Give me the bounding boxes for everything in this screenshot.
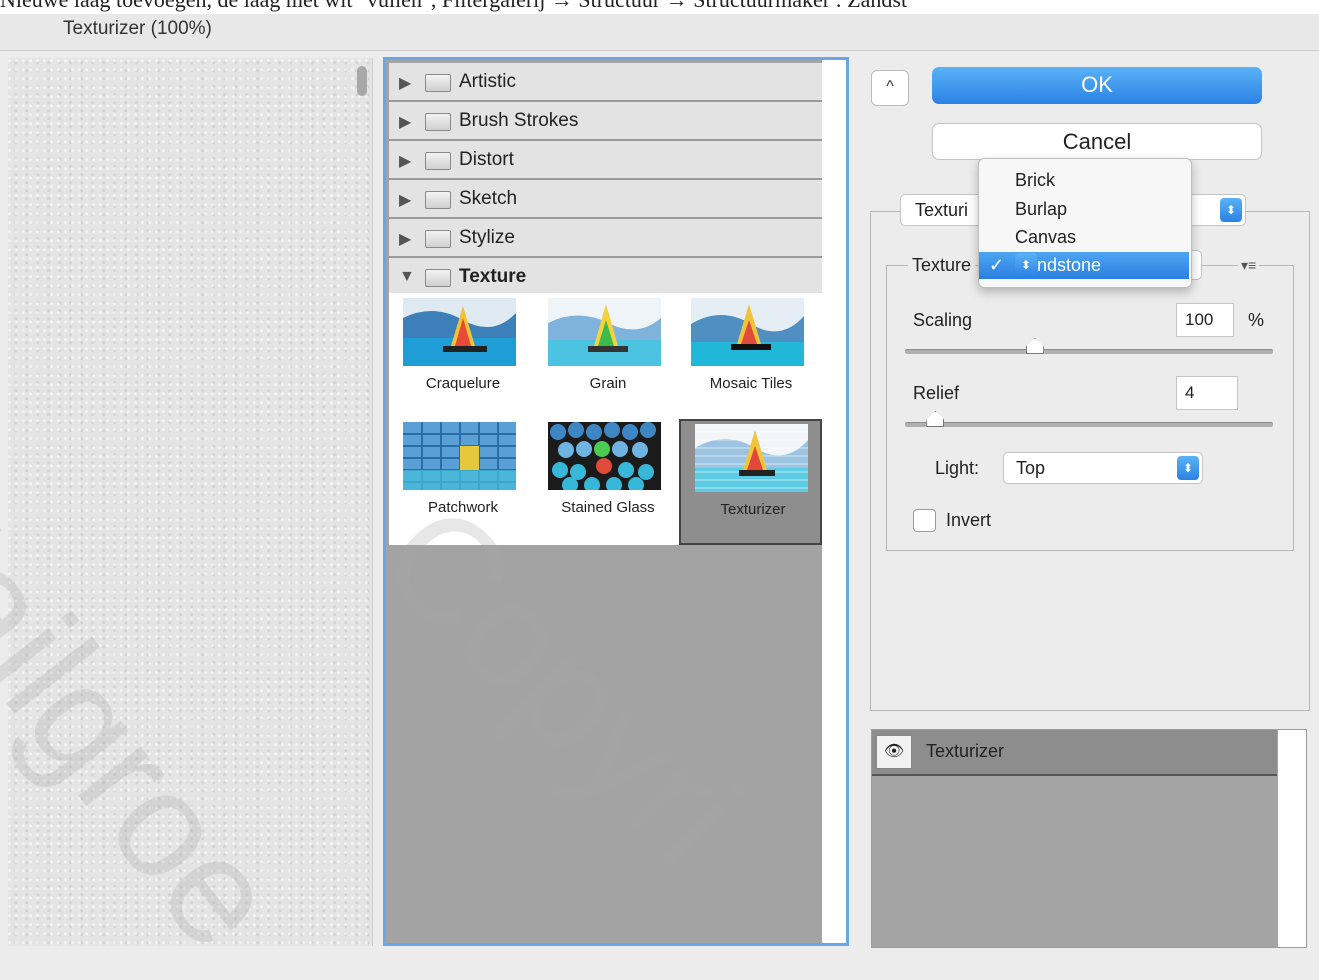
invert-checkbox[interactable]: [913, 509, 936, 532]
category-texture[interactable]: ▼ Texture: [389, 258, 822, 297]
eye-icon[interactable]: 👁: [876, 735, 912, 769]
checkmark-icon: ✓: [989, 255, 1005, 275]
thumb-label: Texturizer: [720, 501, 786, 518]
folder-icon: [425, 74, 451, 92]
category-label: Artistic: [459, 71, 516, 92]
scaling-input[interactable]: 100: [1176, 303, 1234, 337]
thumb-label: Craquelure: [425, 375, 501, 392]
menu-item-brick[interactable]: Brick: [979, 167, 1189, 194]
texture-label: Texture: [908, 255, 976, 276]
window-title: Texturizer (100%): [63, 18, 212, 39]
folder-icon: [425, 230, 451, 248]
light-select-value: Top: [1016, 458, 1046, 478]
thumb-mosaic-tiles[interactable]: Mosaic Tiles: [679, 295, 809, 417]
cancel-button[interactable]: Cancel: [932, 123, 1262, 160]
preview-scrollbar[interactable]: [357, 66, 367, 96]
menu-item-label: Brick: [1015, 170, 1055, 190]
stepper-icon: ⬍: [1177, 456, 1199, 480]
category-artistic[interactable]: ▶ Artistic: [389, 63, 822, 102]
texturizer-preview-image: [695, 424, 808, 492]
filter-select-value: Texturi: [915, 200, 969, 220]
patchwork-preview-image: [403, 422, 516, 490]
stepper-icon: ⬍: [1015, 253, 1037, 277]
scaling-label: Scaling: [913, 310, 973, 330]
category-label: Brush Strokes: [459, 110, 579, 131]
category-label: Texture: [459, 266, 527, 287]
open-folder-icon: [425, 269, 451, 287]
thumb-label: Patchwork: [427, 499, 499, 516]
category-distort[interactable]: ▶ Distort: [389, 141, 822, 180]
category-label: Distort: [459, 149, 514, 170]
craquelure-preview-image: [403, 298, 516, 366]
category-brush-strokes[interactable]: ▶ Brush Strokes: [389, 102, 822, 141]
disclosure-triangle-icon: ▶: [399, 114, 412, 131]
category-label: Sketch: [459, 188, 518, 209]
texture-thumbnails: Craquelure Grain Mosaic Tiles Patchwork …: [389, 293, 822, 545]
stepper-icon: ⬍: [1220, 198, 1242, 222]
folder-icon: [425, 191, 451, 209]
category-label: Stylize: [459, 227, 515, 248]
menu-item-sandstone[interactable]: ✓ Sandstone ⬍: [979, 252, 1189, 279]
scaling-unit: %: [1248, 310, 1265, 330]
thumb-patchwork[interactable]: Patchwork: [391, 419, 521, 541]
light-select[interactable]: Top ⬍: [1003, 452, 1203, 484]
folder-icon: [425, 152, 451, 170]
category-stylize[interactable]: ▶ Stylize: [389, 219, 822, 258]
grain-preview-image: [548, 298, 661, 366]
invert-label: Invert: [946, 510, 992, 530]
disclosure-triangle-icon: ▶: [399, 75, 412, 92]
scaling-slider[interactable]: [905, 338, 1273, 354]
stained-glass-preview-image: [548, 422, 661, 490]
thumb-craquelure[interactable]: Craquelure: [391, 295, 521, 417]
thumb-label: Grain: [589, 375, 627, 392]
relief-label: Relief: [913, 383, 960, 403]
category-sketch[interactable]: ▶ Sketch: [389, 180, 822, 219]
menu-item-label: Canvas: [1015, 227, 1077, 247]
light-label: Light:: [935, 458, 980, 478]
gallery-scrollbar-track[interactable]: [822, 60, 846, 943]
relief-input[interactable]: 4: [1176, 376, 1238, 410]
thumb-label: Stained Glass: [561, 499, 655, 516]
menu-item-label: Burlap: [1015, 199, 1068, 219]
disclosure-triangle-icon: ▶: [399, 231, 412, 248]
disclosure-triangle-open-icon: ▼: [399, 268, 415, 285]
preview-canvas[interactable]: [8, 58, 373, 946]
folder-icon: [425, 113, 451, 131]
effect-layers-panel: 👁 Texturizer: [871, 729, 1307, 948]
filter-gallery: ▶ Artistic ▶ Brush Strokes ▶ Distort ▶ S…: [383, 57, 849, 946]
thumb-stained-glass[interactable]: Stained Glass: [536, 419, 666, 541]
effect-layer-name: Texturizer: [926, 741, 1005, 761]
effect-layer-row[interactable]: 👁 Texturizer: [872, 730, 1277, 776]
thumb-grain[interactable]: Grain: [536, 295, 666, 417]
menu-item-burlap[interactable]: Burlap: [979, 196, 1189, 223]
layers-scrollbar-track[interactable]: [1278, 730, 1306, 947]
menu-item-canvas[interactable]: Canvas: [979, 224, 1189, 251]
disclosure-triangle-icon: ▶: [399, 192, 412, 209]
ok-button[interactable]: OK: [932, 67, 1262, 104]
collapse-gallery-button[interactable]: ^: [871, 70, 909, 106]
caption-text: Nieuwe laag toevoegen, de laag met wit "…: [0, 0, 1319, 14]
texture-dropdown-menu: Brick Burlap Canvas ✓ Sandstone ⬍: [978, 158, 1192, 288]
relief-slider[interactable]: [905, 411, 1273, 427]
window-titlebar: Texturizer (100%): [0, 14, 1319, 51]
thumb-label: Mosaic Tiles: [709, 375, 793, 392]
texture-menu-icon[interactable]: ▾≡: [1238, 257, 1260, 274]
thumb-texturizer[interactable]: Texturizer: [679, 419, 822, 545]
mosaic-tiles-preview-image: [691, 298, 804, 366]
disclosure-triangle-icon: ▶: [399, 153, 412, 170]
